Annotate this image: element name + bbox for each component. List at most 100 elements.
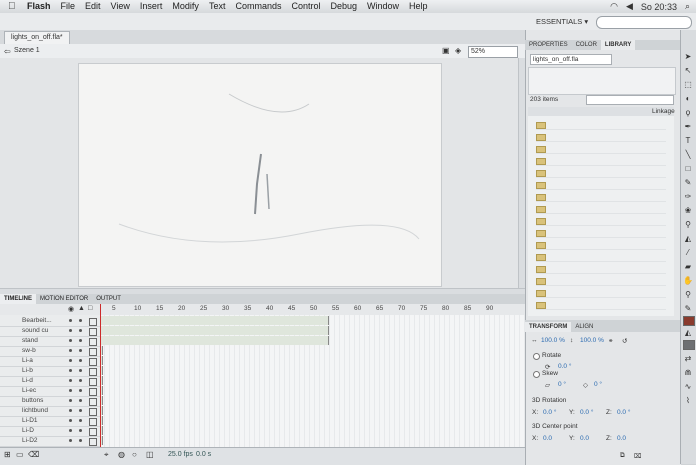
skew-h-value[interactable]: 0 ° <box>558 381 566 388</box>
lock-icon[interactable] <box>79 359 82 362</box>
roty-value[interactable]: 0.0 ° <box>580 409 593 416</box>
menu-edit[interactable]: Edit <box>80 0 106 13</box>
stage[interactable] <box>78 63 442 287</box>
lock-icon[interactable] <box>79 339 82 342</box>
tab-color[interactable]: COLOR <box>572 40 601 50</box>
reset-icon[interactable]: ↺ <box>622 337 627 345</box>
library-search-input[interactable] <box>586 95 674 105</box>
menu-commands[interactable]: Commands <box>230 0 286 13</box>
library-file-select[interactable]: lights_on_off.fla <box>530 54 612 65</box>
linkage-column[interactable]: Linkage <box>652 108 675 115</box>
rotz-value[interactable]: 0.0 ° <box>617 409 630 416</box>
outline-icon[interactable]: □ <box>88 305 92 312</box>
zoom-tool-icon[interactable]: ⚲ <box>683 290 693 300</box>
text-tool-icon[interactable]: T <box>683 136 693 146</box>
menu-window[interactable]: Window <box>362 0 404 13</box>
layer-color-icon[interactable] <box>89 408 97 416</box>
tab-properties[interactable]: PROPERTIES <box>525 40 572 50</box>
layer-color-icon[interactable] <box>89 428 97 436</box>
layer-color-icon[interactable] <box>89 358 97 366</box>
centerx-value[interactable]: 0.0 <box>543 435 552 442</box>
fill-color-swatch[interactable] <box>683 340 695 350</box>
volume-icon[interactable]: ◀ <box>626 1 633 12</box>
library-item[interactable] <box>536 132 666 142</box>
center-frame-icon[interactable]: ⌖ <box>104 450 109 460</box>
rotx-value[interactable]: 0.0 ° <box>543 409 556 416</box>
visibility-icon[interactable] <box>69 329 72 332</box>
tab-align[interactable]: ALIGN <box>571 322 597 332</box>
help-search-input[interactable] <box>596 16 692 29</box>
menu-text[interactable]: Text <box>204 0 231 13</box>
remove-transform-icon[interactable]: ⌧ <box>634 452 642 460</box>
visibility-icon[interactable] <box>69 389 72 392</box>
swap-colors-icon[interactable]: ⇄ <box>683 354 693 364</box>
frame-rate[interactable]: 25.0 fps <box>168 451 193 458</box>
lock-icon[interactable] <box>79 399 82 402</box>
new-layer-icon[interactable]: ⊞ <box>4 450 11 459</box>
back-arrow-icon[interactable]: ⇦ <box>4 47 11 56</box>
frame-span[interactable] <box>100 336 329 345</box>
duplicate-transform-icon[interactable]: ⧉ <box>620 452 625 460</box>
lock-icon[interactable] <box>79 349 82 352</box>
visibility-icon[interactable] <box>69 409 72 412</box>
playhead[interactable] <box>100 304 101 447</box>
visibility-icon[interactable] <box>69 339 72 342</box>
lasso-tool-icon[interactable]: ϙ <box>683 108 693 118</box>
document-tab[interactable]: lights_on_off.fla* <box>4 31 70 44</box>
rectangle-tool-icon[interactable]: □ <box>683 164 693 174</box>
smooth-icon[interactable]: ∿ <box>683 382 693 392</box>
frame-span[interactable] <box>100 326 329 335</box>
menu-help[interactable]: Help <box>404 0 433 13</box>
library-item[interactable] <box>536 120 666 130</box>
deco-tool-icon[interactable]: ❀ <box>683 206 693 216</box>
onion-skin-icon[interactable]: ◍ <box>118 450 125 459</box>
workspace-switcher[interactable]: ESSENTIALS ▾ <box>536 17 588 26</box>
layer-color-icon[interactable] <box>89 378 97 386</box>
hand-tool-icon[interactable]: ✋ <box>683 276 693 286</box>
subselection-tool-icon[interactable]: ↖ <box>683 66 693 76</box>
layer-color-icon[interactable] <box>89 368 97 376</box>
pencil-tool-icon[interactable]: ✎ <box>683 178 693 188</box>
layer-color-icon[interactable] <box>89 388 97 396</box>
brush-tool-icon[interactable]: ✑ <box>683 192 693 202</box>
library-item[interactable] <box>536 288 666 298</box>
eye-icon[interactable]: ◉ <box>68 305 74 313</box>
rotate-value[interactable]: 0.0 ° <box>558 363 571 370</box>
layer-color-icon[interactable] <box>89 338 97 346</box>
constrain-icon[interactable]: ⚭ <box>608 337 613 345</box>
library-item[interactable] <box>536 300 666 310</box>
lock-icon[interactable] <box>79 329 82 332</box>
visibility-icon[interactable] <box>69 319 72 322</box>
tab-timeline[interactable]: TIMELINE <box>0 294 36 304</box>
layer-color-icon[interactable] <box>89 348 97 356</box>
menu-modify[interactable]: Modify <box>167 0 204 13</box>
tab-motion-editor[interactable]: MOTION EDITOR <box>36 294 92 304</box>
library-item[interactable] <box>536 240 666 250</box>
layer-color-icon[interactable] <box>89 328 97 336</box>
menu-app[interactable]: Flash <box>22 0 56 13</box>
layer-color-icon[interactable] <box>89 418 97 426</box>
centerz-value[interactable]: 0.0 <box>617 435 626 442</box>
layer-color-icon[interactable] <box>89 318 97 326</box>
visibility-icon[interactable] <box>69 349 72 352</box>
library-item[interactable] <box>536 264 666 274</box>
lock-icon[interactable] <box>79 319 82 322</box>
lock-icon[interactable] <box>79 369 82 372</box>
straighten-icon[interactable]: ⌇ <box>683 396 693 406</box>
clock[interactable]: So 20:33 <box>641 2 677 12</box>
library-item[interactable] <box>536 144 666 154</box>
visibility-icon[interactable] <box>69 359 72 362</box>
3d-rotation-tool-icon[interactable]: ◐ <box>683 94 693 104</box>
visibility-icon[interactable] <box>69 419 72 422</box>
skew-radio[interactable] <box>533 371 540 378</box>
library-item[interactable] <box>536 180 666 190</box>
menu-file[interactable]: File <box>56 0 81 13</box>
stroke-color-swatch[interactable] <box>683 316 695 326</box>
centery-value[interactable]: 0.0 <box>580 435 589 442</box>
edit-scene-icon[interactable]: ▣ <box>442 46 450 55</box>
onion-outline-icon[interactable]: ○ <box>132 450 137 459</box>
layer-color-icon[interactable] <box>89 398 97 406</box>
visibility-icon[interactable] <box>69 439 72 442</box>
library-item[interactable] <box>536 192 666 202</box>
layer-color-icon[interactable] <box>89 438 97 446</box>
